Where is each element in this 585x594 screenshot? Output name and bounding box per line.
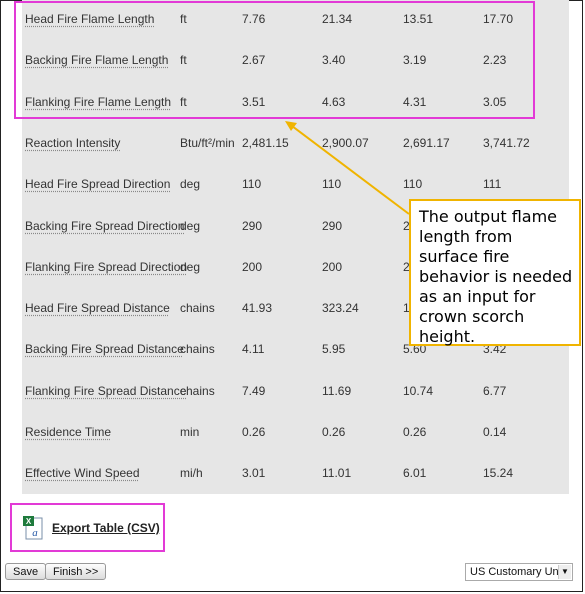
table-row: Residence Time min 0.26 0.26 0.26 0.14: [22, 413, 569, 454]
row-unit: Btu/ft²/min: [180, 135, 235, 150]
export-csv-label[interactable]: Export Table (CSV): [52, 521, 160, 535]
row-value: 2,691.17: [403, 135, 450, 150]
chevron-down-icon[interactable]: ▼: [558, 565, 571, 579]
row-unit: min: [180, 425, 200, 439]
row-value: 2,481.15: [242, 135, 289, 150]
row-value: 15.24: [483, 466, 514, 481]
row-value: 10.74: [403, 383, 434, 398]
svg-text:a: a: [32, 527, 38, 539]
units-select-value: US Customary Units: [470, 566, 570, 578]
row-value: 200: [242, 259, 263, 274]
save-button[interactable]: Save: [5, 563, 47, 580]
row-unit: deg: [180, 177, 201, 192]
row-unit: mi/h: [180, 466, 203, 481]
row-value: 0.14: [483, 425, 507, 439]
row-unit: chains: [180, 342, 215, 357]
row-unit: chains: [180, 301, 215, 316]
svg-text:X: X: [26, 517, 32, 526]
table-row: Flanking Fire Spread Distance chains 7.49 1…: [22, 372, 569, 413]
export-csv-link[interactable]: X a Export Table (CSV): [22, 513, 160, 543]
finish-button[interactable]: Finish >>: [45, 563, 107, 580]
row-value: 290: [322, 218, 343, 233]
row-value: 5.95: [322, 342, 346, 357]
row-value: 41.93: [242, 301, 273, 316]
row-unit: deg: [180, 218, 201, 233]
row-label: Head Fire Spread Direction: [25, 177, 171, 192]
row-value: 11.69: [322, 383, 352, 398]
row-value: 323.24: [322, 301, 359, 316]
row-value: 2,900.07: [322, 135, 369, 150]
flame-length-highlight: [14, 1, 535, 119]
annotation-callout: The output flame length from surface fir…: [409, 199, 581, 346]
row-label: Backing Fire Spread Distance: [25, 342, 184, 357]
row-value: 110: [403, 177, 423, 192]
row-value: 3,741.72: [483, 135, 530, 150]
row-value: 290: [242, 218, 263, 233]
table-row: Reaction Intensity Btu/ft²/min 2,481.15 2,9…: [22, 124, 569, 165]
row-unit: chains: [180, 383, 215, 398]
row-label: Head Fire Spread Distance: [25, 301, 170, 316]
row-label: Flanking Fire Spread Distance: [25, 383, 187, 398]
row-value: 110: [322, 177, 342, 192]
units-select[interactable]: US Customary Units ▼: [465, 563, 573, 581]
row-value: 7.49: [242, 383, 266, 398]
row-value: 0.26: [322, 425, 346, 439]
row-value: 4.11: [242, 342, 265, 357]
row-value: 200: [322, 259, 343, 274]
table-row: Effective Wind Speed mi/h 3.01 11.01 6.01 15.…: [22, 454, 569, 495]
row-value: 0.26: [242, 425, 266, 439]
excel-csv-icon: X a: [22, 515, 44, 541]
row-label: Backing Fire Spread Direction: [25, 218, 185, 233]
callout-text: The output flame length from surface fir…: [419, 207, 573, 346]
row-value: 11.01: [322, 466, 352, 481]
row-label: Flanking Fire Spread Direction: [25, 259, 188, 274]
row-value: 6.01: [403, 466, 427, 481]
row-value: 3.01: [242, 466, 266, 481]
row-label: Residence Time: [25, 425, 112, 439]
row-label: Reaction Intensity: [25, 135, 121, 150]
row-value: 6.77: [483, 383, 507, 398]
row-value: 110: [242, 177, 262, 192]
row-unit: deg: [180, 259, 201, 274]
row-value: 0.26: [403, 425, 427, 439]
row-value: 111: [483, 177, 502, 192]
row-label: Effective Wind Speed: [25, 466, 140, 481]
